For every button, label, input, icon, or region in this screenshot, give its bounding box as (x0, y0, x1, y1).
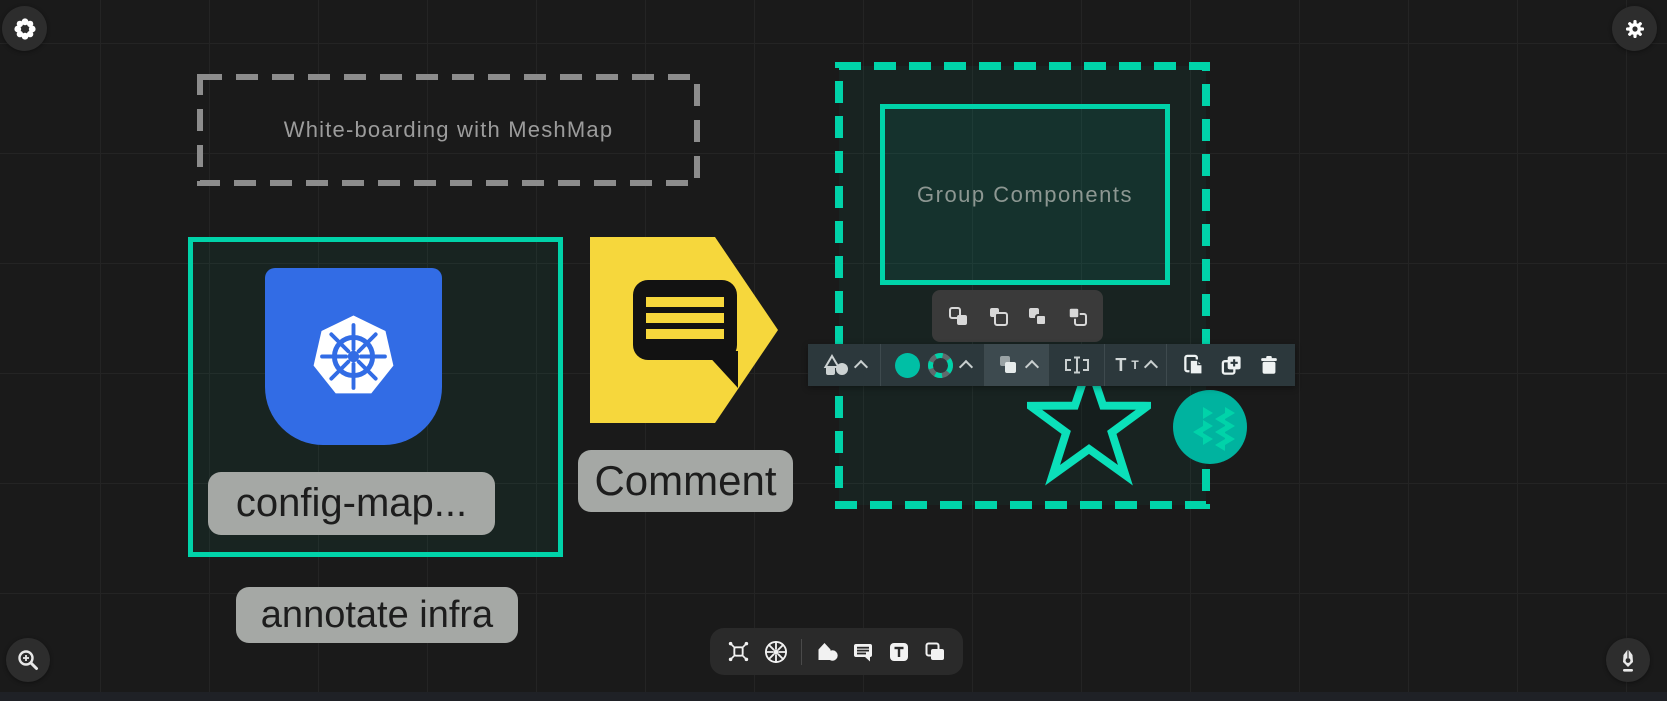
send-backward-icon (1026, 305, 1048, 327)
whiteboard-canvas[interactable]: White-boarding with MeshMap Group Compon… (0, 0, 1667, 701)
bottom-strip (0, 692, 1667, 701)
annotation-label-text: annotate infra (261, 594, 493, 637)
node-label[interactable]: config-map... (208, 472, 495, 535)
copy-button[interactable] (1182, 353, 1205, 377)
copy-icon (1182, 353, 1205, 377)
trash-icon (1258, 353, 1280, 377)
tools-dock (710, 628, 963, 675)
settings-button[interactable] (1612, 6, 1657, 51)
delete-button[interactable] (1258, 353, 1280, 377)
pen-mode-button[interactable] (1606, 638, 1650, 682)
note-card-icon (923, 640, 947, 664)
pen-nib-icon (1616, 647, 1640, 673)
text-style-icon-small: T (1131, 359, 1138, 371)
shapes-tool-button[interactable] (815, 640, 839, 664)
kubernetes-shape (265, 268, 442, 445)
shapes-icon (823, 354, 849, 376)
layers-button[interactable] (984, 344, 1048, 386)
meshery-logo-icon (12, 16, 38, 42)
selection-toolbar: T T (808, 344, 1295, 386)
node-label-text: config-map... (236, 481, 467, 526)
shape-style-button[interactable] (808, 344, 880, 386)
comment-label[interactable]: Comment (578, 450, 793, 512)
text-tool-button[interactable] (887, 640, 911, 664)
text-icon (887, 640, 911, 664)
fill-and-stroke-controls (880, 344, 984, 386)
whiteboard-note-text: White-boarding with MeshMap (197, 74, 700, 186)
stroke-style-button[interactable] (927, 352, 954, 379)
group-components-text: Group Components (917, 182, 1133, 208)
text-style-icon: T (1115, 356, 1126, 374)
kubernetes-logo-icon (291, 294, 416, 419)
resize-width-icon (1062, 355, 1092, 375)
comment-shape[interactable] (586, 233, 782, 427)
text-style-button[interactable]: T T (1104, 344, 1166, 386)
dock-divider (801, 639, 802, 665)
meshery-menu-button[interactable] (2, 6, 47, 51)
comment-label-text: Comment (594, 457, 776, 505)
layers-icon (996, 354, 1020, 376)
group-components-box[interactable]: Group Components (880, 104, 1170, 285)
kubernetes-tool-button[interactable] (763, 639, 789, 665)
send-backward-button[interactable] (1024, 303, 1050, 329)
duplicate-button[interactable] (1220, 353, 1243, 377)
bring-forward-button[interactable] (945, 303, 971, 329)
kubernetes-node[interactable]: config-map... (188, 237, 563, 557)
resize-width-button[interactable] (1048, 344, 1104, 386)
chevron-up-icon (958, 360, 972, 374)
send-to-back-icon (1066, 305, 1088, 327)
zoom-in-icon (16, 648, 40, 672)
mesh-components-icon (726, 639, 751, 664)
mesh-pattern-circle[interactable] (1173, 390, 1247, 464)
gear-icon (1623, 17, 1647, 41)
fill-color-button[interactable] (895, 353, 920, 378)
kubernetes-wheel-icon (763, 639, 789, 665)
send-to-back-button[interactable] (1064, 303, 1090, 329)
comment-tool-button[interactable] (851, 640, 875, 664)
duplicate-plus-icon (1220, 353, 1243, 377)
shapes-filled-icon (815, 640, 839, 664)
note-tool-button[interactable] (923, 640, 947, 664)
mesh-components-button[interactable] (726, 639, 751, 664)
action-buttons (1166, 344, 1295, 386)
chevron-up-icon (1025, 360, 1039, 374)
bring-forward-icon (947, 305, 969, 327)
layer-order-popup (932, 290, 1103, 342)
bring-to-front-button[interactable] (985, 303, 1011, 329)
annotation-label[interactable]: annotate infra (236, 587, 518, 643)
whiteboard-note-shape[interactable]: White-boarding with MeshMap (197, 74, 700, 186)
chevron-up-icon (853, 360, 867, 374)
comment-bubble-icon (851, 640, 875, 664)
bring-to-front-icon (987, 305, 1009, 327)
chevron-up-icon (1144, 360, 1158, 374)
zoom-in-button[interactable] (6, 638, 50, 682)
